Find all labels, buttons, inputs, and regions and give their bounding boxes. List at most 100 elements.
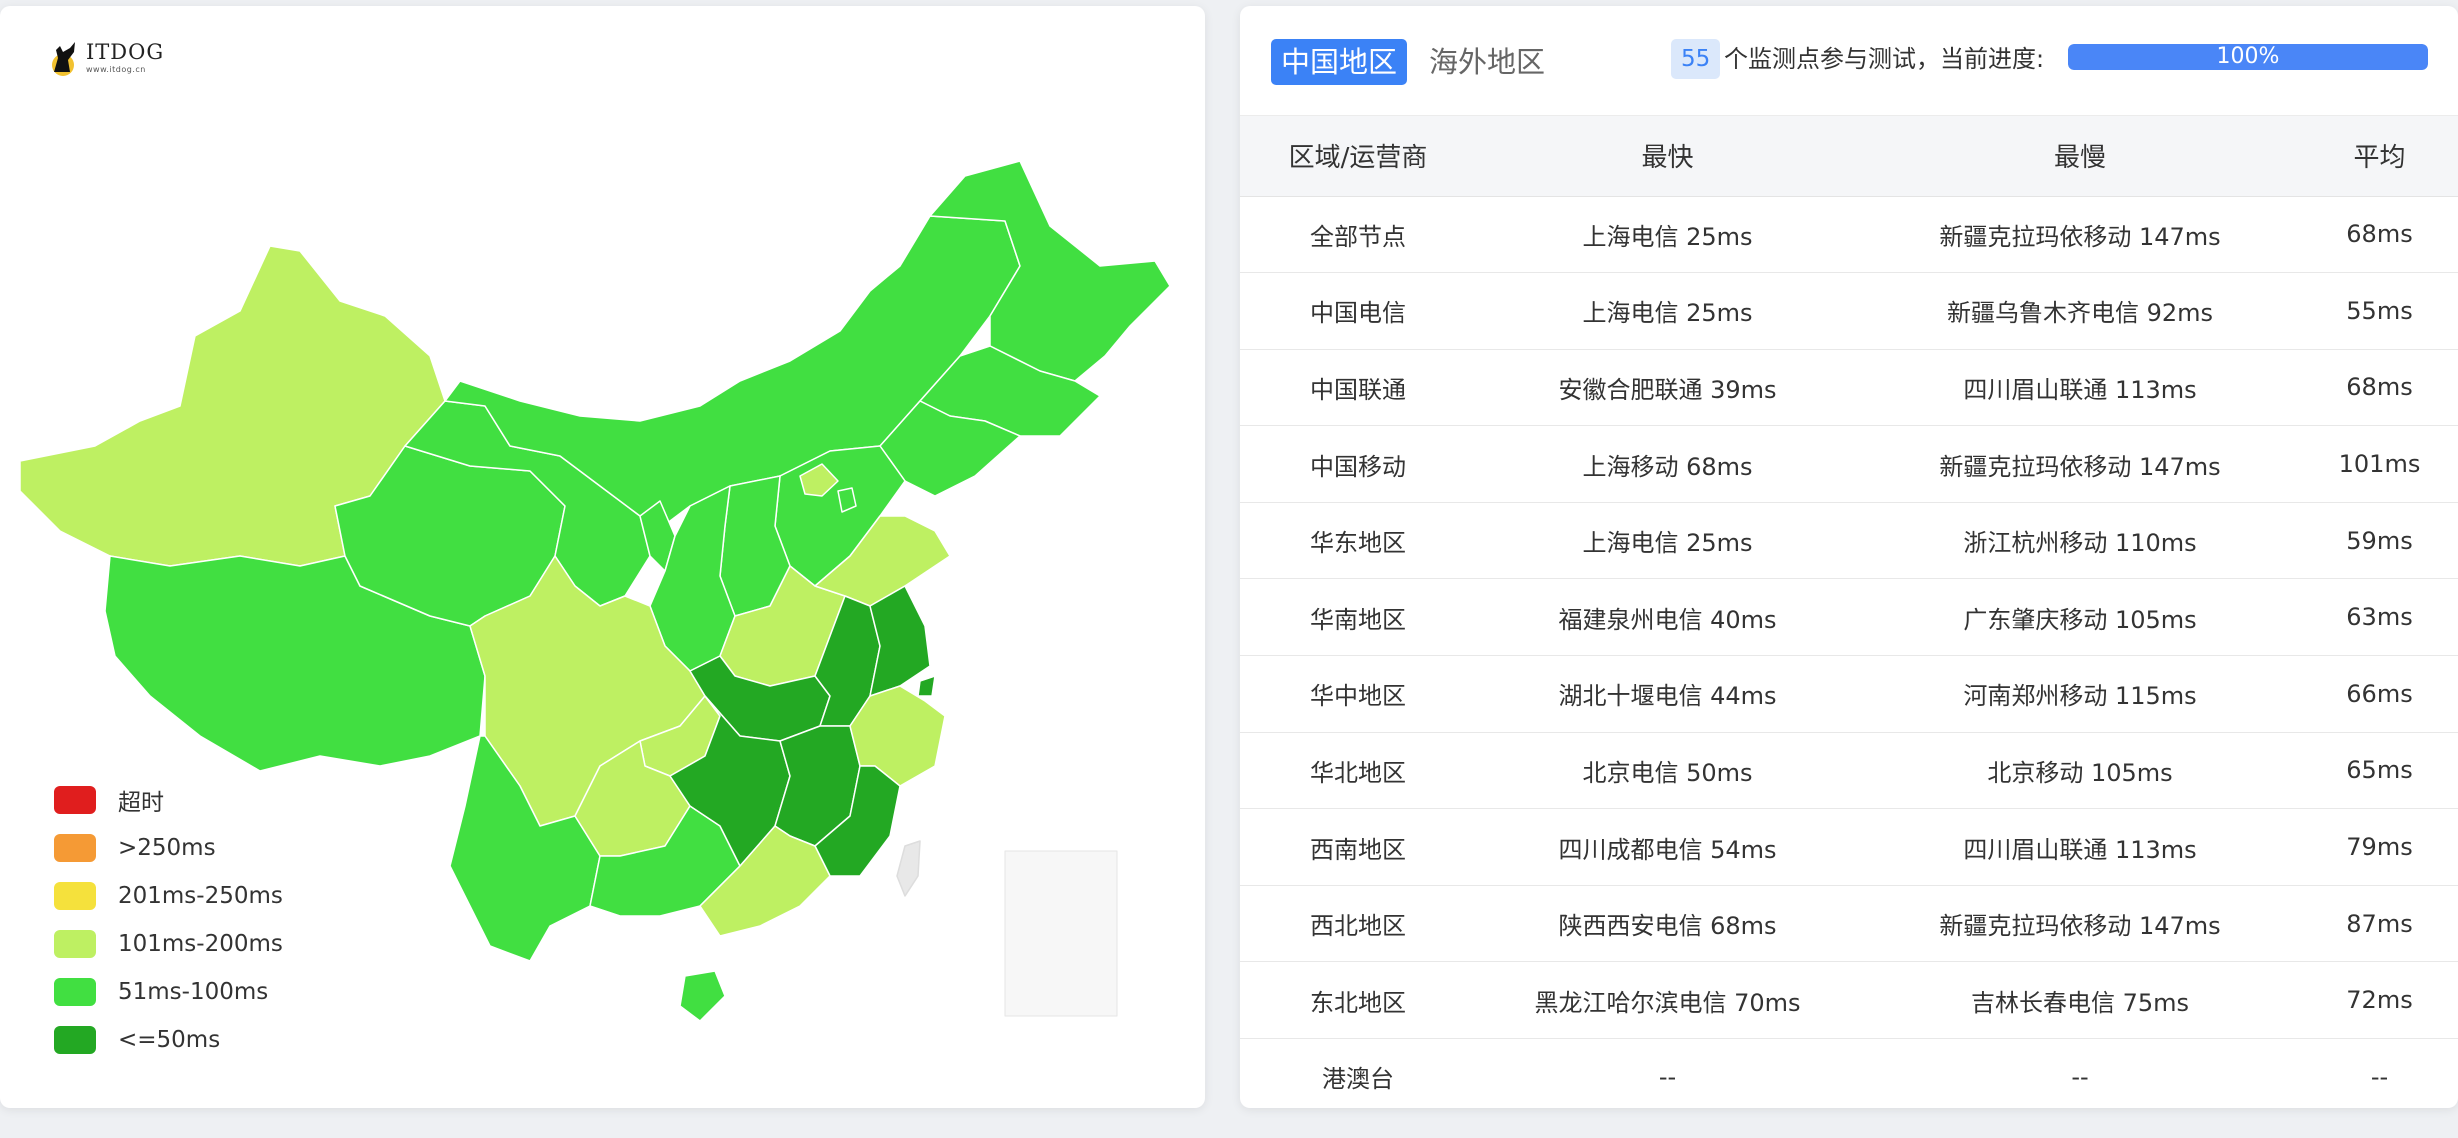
cell-fastest: 上海电信 25ms [1476,502,1859,580]
cell-region: 华东地区 [1240,502,1476,580]
legend-swatch [54,978,96,1006]
progress-bar: 100% [2068,44,2428,70]
cell-average: 79ms [2301,808,2458,886]
legend-item-201-250[interactable]: 201ms-250ms [54,872,283,920]
tab-china[interactable]: 中国地区 [1271,39,1408,85]
header-slowest: 最慢 [1859,116,2301,197]
legend-label: >250ms [118,835,216,861]
legend-item-101-200[interactable]: 101ms-200ms [54,920,283,968]
cell-slowest: 河南郑州移动 115ms [1859,655,2301,733]
cell-slowest: 北京移动 105ms [1859,732,2301,810]
cell-slowest: 四川眉山联通 113ms [1859,808,2301,886]
table-row: 西南地区 四川成都电信 54ms 四川眉山联通 113ms 79ms [1240,808,2458,886]
table-row: 中国移动 上海移动 68ms 新疆克拉玛依移动 147ms 101ms [1240,425,2458,503]
table-row: 西北地区 陕西西安电信 68ms 新疆克拉玛依移动 147ms 87ms [1240,885,2458,963]
cell-fastest: 福建泉州电信 40ms [1476,578,1859,657]
legend-label: 101ms-200ms [118,931,283,957]
cell-fastest: 湖北十堰电信 44ms [1476,655,1859,733]
region-shanghai[interactable] [917,675,936,697]
cell-region: 西北地区 [1240,885,1476,963]
legend-item-timeout[interactable]: 超时 [54,776,283,824]
legend-label: <=50ms [118,1027,221,1053]
cell-region: 中国移动 [1240,425,1476,503]
south-china-sea-inset [1004,850,1118,1017]
cell-region: 全部节点 [1240,196,1476,274]
table-row: 华东地区 上海电信 25ms 浙江杭州移动 110ms 59ms [1240,502,2458,580]
cell-region: 华北地区 [1240,732,1476,810]
table-row: 华中地区 湖北十堰电信 44ms 河南郑州移动 115ms 66ms [1240,655,2458,733]
cell-fastest: -- [1476,1038,1859,1108]
cell-average: 101ms [2301,425,2458,503]
region-jiangsu[interactable] [869,585,931,697]
cell-slowest: 吉林长春电信 75ms [1859,961,2301,1040]
cell-region: 西南地区 [1240,808,1476,886]
cell-slowest: -- [1859,1038,2301,1108]
cell-average: -- [2301,1038,2458,1108]
itdog-logo[interactable]: ITDOG www.itdog.cn [48,38,164,78]
table-row: 港澳台 -- -- -- [1240,1038,2458,1108]
legend-item-under-50[interactable]: <=50ms [54,1016,283,1064]
logo-name: ITDOG [86,40,165,64]
cell-region: 华中地区 [1240,655,1476,733]
cell-average: 63ms [2301,578,2458,657]
cell-slowest: 浙江杭州移动 110ms [1859,502,2301,580]
cell-region: 港澳台 [1240,1038,1476,1108]
map-panel: ITDOG www.itdog.cn 超时 >250ms 201ms-250ms… [0,6,1205,1108]
cell-fastest: 北京电信 50ms [1476,732,1859,810]
legend-swatch [54,882,96,910]
results-table: 区域/运营商 最快 最慢 平均 全部节点 上海电信 25ms 新疆克拉玛依移动 14… [1240,116,2458,1108]
progress-status-text: 个监测点参与测试，当前进度: [1724,45,2045,73]
table-row: 华北地区 北京电信 50ms 北京移动 105ms 65ms [1240,732,2458,810]
region-hainan[interactable] [679,970,726,1022]
legend-swatch [54,786,96,814]
legend-label: 51ms-100ms [118,979,269,1005]
table-row: 华南地区 福建泉州电信 40ms 广东肇庆移动 105ms 63ms [1240,578,2458,657]
cell-slowest: 新疆克拉玛依移动 147ms [1859,196,2301,274]
cell-region: 东北地区 [1240,961,1476,1040]
table-row: 中国电信 上海电信 25ms 新疆乌鲁木齐电信 92ms 55ms [1240,272,2458,350]
cell-fastest: 上海电信 25ms [1476,272,1859,350]
results-toolbar: 中国地区 海外地区 55 个监测点参与测试，当前进度: 100% [1240,6,2458,116]
cell-average: 59ms [2301,502,2458,580]
cell-slowest: 新疆乌鲁木齐电信 92ms [1859,272,2301,350]
cell-region: 华南地区 [1240,578,1476,657]
cell-average: 68ms [2301,196,2458,274]
header-fastest: 最快 [1476,116,1859,197]
legend-label: 201ms-250ms [118,883,283,909]
legend-swatch [54,834,96,862]
region-taiwan[interactable] [896,840,921,897]
table-row: 全部节点 上海电信 25ms 新疆克拉玛依移动 147ms 68ms [1240,196,2458,274]
header-average: 平均 [2301,116,2458,197]
cell-average: 55ms [2301,272,2458,350]
cell-fastest: 安徽合肥联通 39ms [1476,349,1859,427]
progress-fill: 100% [2068,44,2428,70]
cell-region: 中国联通 [1240,349,1476,427]
table-row: 东北地区 黑龙江哈尔滨电信 70ms 吉林长春电信 75ms 72ms [1240,961,2458,1040]
table-row: 中国联通 安徽合肥联通 39ms 四川眉山联通 113ms 68ms [1240,349,2458,427]
cell-average: 65ms [2301,732,2458,810]
cell-region: 中国电信 [1240,272,1476,350]
tab-overseas[interactable]: 海外地区 [1419,39,1555,85]
cell-slowest: 新疆克拉玛依移动 147ms [1859,885,2301,963]
cell-fastest: 上海移动 68ms [1476,425,1859,503]
header-region: 区域/运营商 [1240,116,1476,197]
latency-legend: 超时 >250ms 201ms-250ms 101ms-200ms 51ms-1… [54,776,283,1064]
results-panel: 中国地区 海外地区 55 个监测点参与测试，当前进度: 100% 区域/运营商 … [1240,6,2458,1108]
cell-fastest: 上海电信 25ms [1476,196,1859,274]
legend-label: 超时 [118,790,164,816]
legend-item-51-100[interactable]: 51ms-100ms [54,968,283,1016]
table-header-row: 区域/运营商 最快 最慢 平均 [1240,116,2458,197]
node-count-badge: 55 [1671,39,1721,79]
cell-slowest: 广东肇庆移动 105ms [1859,578,2301,657]
logo-url: www.itdog.cn [86,65,146,74]
cell-slowest: 新疆克拉玛依移动 147ms [1859,425,2301,503]
dog-logo-icon [52,42,75,76]
cell-fastest: 陕西西安电信 68ms [1476,885,1859,963]
cell-fastest: 四川成都电信 54ms [1476,808,1859,886]
cell-average: 72ms [2301,961,2458,1040]
cell-average: 87ms [2301,885,2458,963]
legend-item-over-250[interactable]: >250ms [54,824,283,872]
cell-average: 66ms [2301,655,2458,733]
legend-swatch [54,930,96,958]
cell-slowest: 四川眉山联通 113ms [1859,349,2301,427]
